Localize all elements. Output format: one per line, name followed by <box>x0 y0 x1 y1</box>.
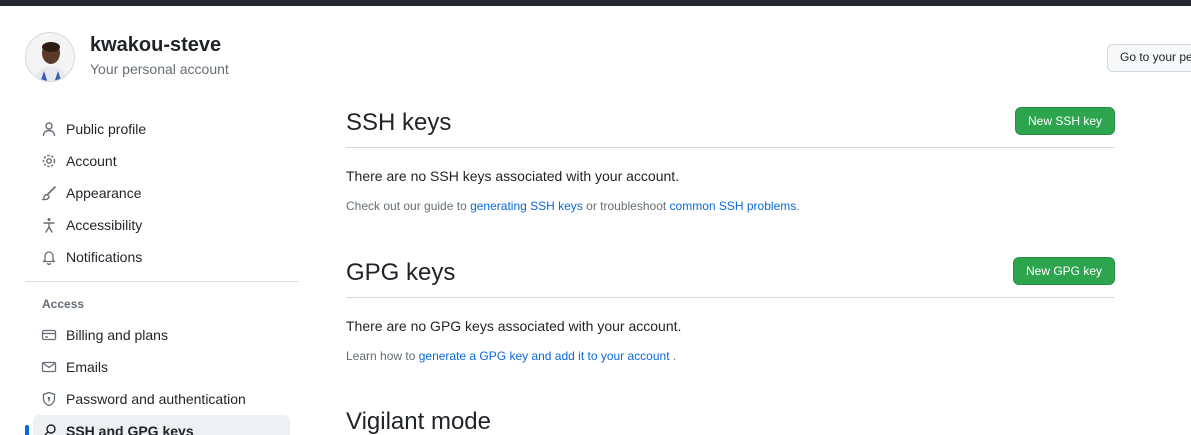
ssh-help-prefix: Check out our guide to <box>346 199 471 213</box>
gear-icon <box>41 153 57 169</box>
sidebar-item-label: Password and authentication <box>66 391 246 407</box>
gpg-help-suffix: . <box>669 349 677 363</box>
sidebar-item-public-profile[interactable]: Public profile <box>33 113 290 145</box>
credit-card-icon <box>41 327 57 343</box>
ssh-help-suffix: . <box>796 199 800 213</box>
sidebar-item-account[interactable]: Account <box>33 145 290 177</box>
sidebar-item-appearance[interactable]: Appearance <box>33 177 290 209</box>
gpg-keys-header: GPG keys New GPG key <box>346 257 1116 298</box>
sidebar-divider <box>25 281 298 282</box>
new-gpg-key-button[interactable]: New GPG key <box>1013 257 1116 285</box>
ssh-empty-message: There are no SSH keys associated with yo… <box>346 168 680 184</box>
sidebar-item-label: SSH and GPG keys <box>66 423 194 435</box>
go-to-profile-button[interactable]: Go to your personal profile <box>1107 44 1191 72</box>
sidebar-item-notifications[interactable]: Notifications <box>33 241 290 273</box>
gpg-help-text: Learn how to generate a GPG key and add … <box>346 349 676 363</box>
sidebar-item-emails[interactable]: Emails <box>33 351 290 383</box>
gpg-keys-section: GPG keys New GPG key There are no GPG ke… <box>346 257 1116 363</box>
sidebar-item-label: Notifications <box>66 249 143 265</box>
ssh-keys-section: SSH keys New SSH key There are no SSH ke… <box>346 107 1116 213</box>
account-username: kwakou-steve <box>90 34 222 56</box>
sidebar-item-label: Appearance <box>66 185 142 201</box>
ssh-help-text: Check out our guide to generating SSH ke… <box>346 199 800 213</box>
sidebar-group-heading-access: Access <box>42 297 85 311</box>
sidebar-item-label: Billing and plans <box>66 327 168 343</box>
ssh-keys-header: SSH keys New SSH key <box>346 107 1116 148</box>
gpg-help-prefix: Learn how to <box>346 349 419 363</box>
sidebar-item-password-authentication[interactable]: Password and authentication <box>33 383 290 415</box>
paintbrush-icon <box>41 185 57 201</box>
sidebar-item-billing[interactable]: Billing and plans <box>33 319 290 351</box>
sidebar-item-label: Account <box>66 153 117 169</box>
generating-ssh-keys-link[interactable]: generating SSH keys <box>470 199 583 213</box>
avatar[interactable] <box>25 32 75 82</box>
ssh-keys-title: SSH keys <box>346 109 452 136</box>
new-ssh-key-button[interactable]: New SSH key <box>1015 107 1116 135</box>
vigilant-mode-title: Vigilant mode <box>346 408 491 435</box>
sidebar-item-accessibility[interactable]: Accessibility <box>33 209 290 241</box>
key-icon <box>41 423 57 435</box>
sidebar-item-label: Emails <box>66 359 109 375</box>
account-subtitle: Your personal account <box>90 61 229 77</box>
sidebar-item-label: Accessibility <box>66 217 143 233</box>
generate-gpg-key-link[interactable]: generate a GPG key and add it to your ac… <box>419 349 670 363</box>
gpg-keys-title: GPG keys <box>346 259 456 286</box>
ssh-help-middle: or troubleshoot <box>582 199 670 213</box>
sidebar-item-label: Public profile <box>66 121 147 137</box>
mail-icon <box>41 359 57 375</box>
gpg-empty-message: There are no GPG keys associated with yo… <box>346 318 682 334</box>
accessibility-icon <box>41 217 57 233</box>
shield-lock-icon <box>41 391 57 407</box>
top-header-bar <box>0 0 1191 6</box>
avatar-image <box>26 33 74 81</box>
common-ssh-problems-link[interactable]: common SSH problems <box>670 199 797 213</box>
sidebar-item-ssh-gpg-keys[interactable]: SSH and GPG keys <box>33 415 290 435</box>
bell-icon <box>41 249 57 265</box>
active-item-indicator <box>25 425 29 435</box>
person-icon <box>41 121 57 137</box>
